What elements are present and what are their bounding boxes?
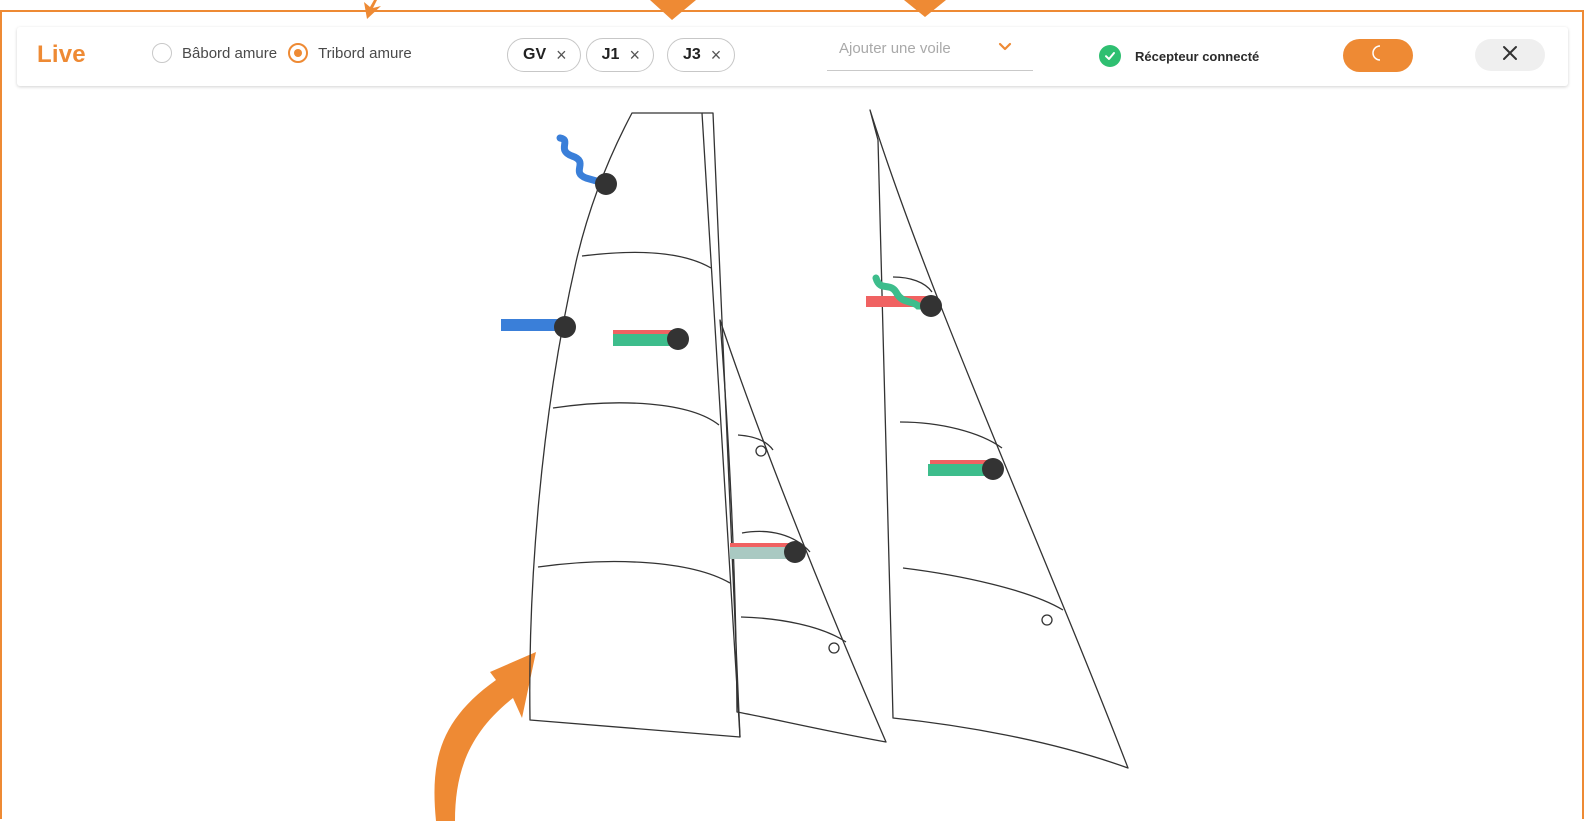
chip-label: GV — [523, 46, 547, 63]
remove-chip-icon[interactable]: × — [629, 46, 640, 64]
night-mode-button[interactable] — [1343, 39, 1413, 72]
telltale-sensor[interactable] — [595, 173, 617, 195]
tack-selector: Bâbord amure Tribord amure — [152, 43, 423, 63]
radio-checked-icon[interactable] — [288, 43, 309, 63]
radio-babord[interactable]: Bâbord amure — [152, 43, 277, 63]
telltale-sensor[interactable] — [982, 458, 1004, 480]
add-sail-placeholder: Ajouter une voile — [839, 40, 951, 57]
receiver-status: Récepteur connecté — [1099, 45, 1259, 67]
telltale-sensor[interactable] — [667, 328, 689, 350]
chip-label: J1 — [601, 46, 620, 63]
sail-chip-gv[interactable]: GV × — [507, 38, 581, 72]
telltale-sensor[interactable] — [920, 295, 942, 317]
close-icon — [1502, 45, 1518, 66]
radio-label-tribord: Tribord amure — [318, 44, 412, 62]
sail-chip-j3[interactable]: J3 × — [666, 38, 736, 72]
chevron-down-icon[interactable] — [997, 40, 1013, 58]
telltale-sensor[interactable] — [784, 541, 806, 563]
sail-chips: GV × J1 × J3 × — [507, 38, 740, 72]
close-button[interactable] — [1475, 39, 1545, 71]
toolbar: Live Bâbord amure Tribord amure GV × J1 … — [17, 27, 1568, 86]
radio-tribord[interactable]: Tribord amure — [288, 43, 412, 63]
radio-label-babord: Bâbord amure — [182, 44, 278, 62]
remove-chip-icon[interactable]: × — [556, 46, 567, 64]
radio-unchecked-icon[interactable] — [152, 43, 172, 63]
add-sail-select[interactable]: Ajouter une voile — [827, 37, 1033, 71]
telltale-sensor[interactable] — [554, 316, 576, 338]
frame-border — [0, 10, 1584, 819]
remove-chip-icon[interactable]: × — [711, 46, 722, 64]
moon-icon — [1370, 44, 1386, 67]
sail-chip-j1[interactable]: J1 × — [585, 38, 654, 72]
receiver-status-label: Récepteur connecté — [1135, 48, 1260, 64]
chip-label: J3 — [682, 46, 701, 63]
check-circle-icon — [1099, 45, 1121, 67]
page-title: Live — [37, 41, 86, 68]
